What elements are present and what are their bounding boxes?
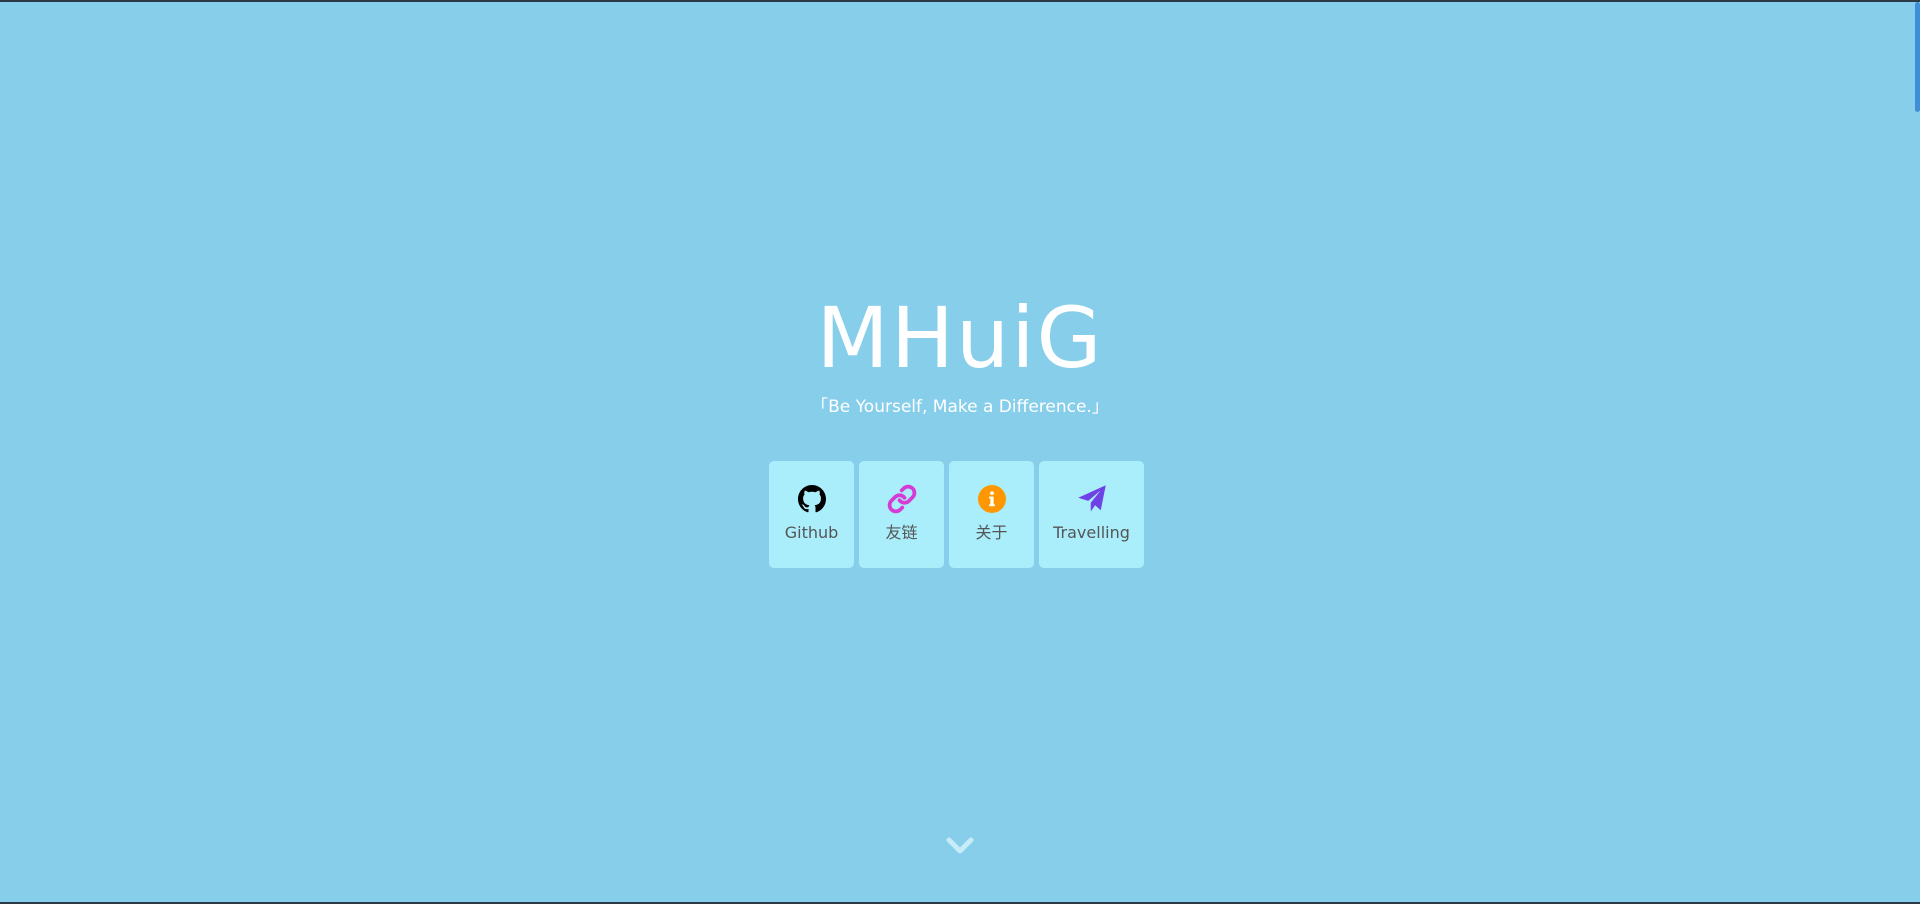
friends-label: 友链: [885, 523, 918, 542]
about-label: 关于: [975, 523, 1008, 542]
hero-section: MHuiG 「Be Yourself, Make a Difference.」: [0, 290, 1920, 418]
scrollbar-thumb[interactable]: [1915, 2, 1920, 112]
scroll-down-button[interactable]: [944, 834, 976, 858]
paper-plane-icon: [1076, 483, 1108, 515]
site-title: MHuiG: [816, 289, 1104, 387]
info-circle-icon: [976, 483, 1008, 515]
travelling-link[interactable]: Travelling: [1039, 461, 1144, 568]
social-links: Github 友链 关于 Travelling: [769, 461, 1144, 568]
link-icon: [886, 483, 918, 515]
chevron-down-icon: [946, 837, 974, 854]
friends-link[interactable]: 友链: [859, 461, 944, 568]
github-label: Github: [784, 523, 839, 542]
github-icon: [796, 483, 828, 515]
about-link[interactable]: 关于: [949, 461, 1034, 568]
site-motto: 「Be Yourself, Make a Difference.」: [811, 397, 1109, 417]
travelling-label: Travelling: [1053, 523, 1130, 542]
top-border: [0, 0, 1920, 2]
github-link[interactable]: Github: [769, 461, 854, 568]
